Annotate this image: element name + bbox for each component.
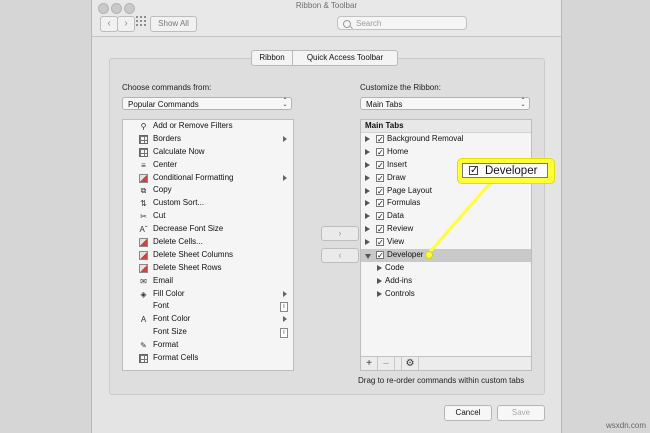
checkbox-icon: ✓ (469, 165, 479, 176)
callout-box: ✓ Developer (462, 163, 548, 178)
developer-callout: ✓ Developer (457, 158, 555, 184)
watermark: wsxdn.com (605, 421, 646, 430)
callout-connector (426, 180, 494, 255)
callout-label: Developer (485, 165, 538, 177)
callout-anchor-dot (425, 251, 433, 259)
